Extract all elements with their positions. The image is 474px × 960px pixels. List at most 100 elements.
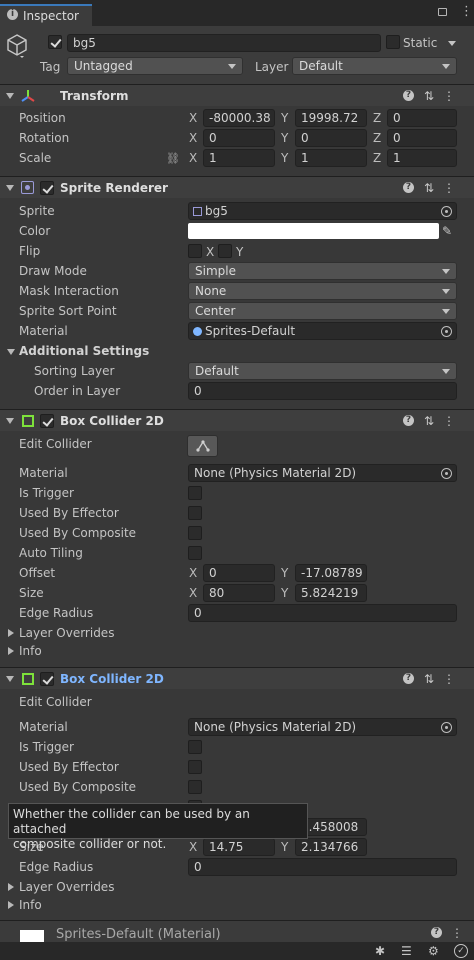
more-menu-icon[interactable]: ⋮ — [460, 5, 473, 18]
collider1-info-fold-arrow[interactable] — [8, 647, 14, 655]
collider2-material-field[interactable]: None (Physics Material 2D) — [188, 718, 457, 736]
tab-title: Inspector — [23, 9, 79, 23]
additional-settings-row[interactable]: Additional Settings — [0, 341, 474, 361]
component-menu-icon[interactable]: ⋮ — [442, 414, 456, 428]
collider1-composite-checkbox[interactable] — [188, 526, 202, 540]
rotation-z-input[interactable]: 0 — [387, 129, 457, 147]
check-icon[interactable]: ✓ — [454, 944, 468, 958]
static-checkbox[interactable] — [386, 35, 400, 49]
material-object-field[interactable]: Sprites-Default — [188, 322, 457, 340]
edit-collider-button[interactable] — [187, 435, 218, 457]
collider2-radius-label: Edge Radius — [19, 860, 94, 874]
rotation-x-input[interactable]: 0 — [203, 129, 275, 147]
rotation-y-input[interactable]: 0 — [295, 129, 367, 147]
inspector-tab[interactable]: i Inspector — [0, 4, 92, 26]
collider1-info-row[interactable]: Info — [0, 641, 474, 661]
position-z-input[interactable]: 0 — [387, 109, 457, 127]
collider2-size-y-input[interactable]: 2.134766 — [295, 838, 367, 856]
collider2-offset-y-value: 5.458008 — [301, 820, 359, 834]
layers-icon[interactable]: ☰ — [401, 944, 415, 958]
collider1-size-x-input[interactable]: 80 — [203, 584, 275, 602]
box-collider-2-enabled-checkbox[interactable] — [40, 672, 54, 686]
collider2-overrides-row[interactable]: Layer Overrides — [0, 877, 474, 897]
flip-y-checkbox[interactable] — [218, 244, 232, 258]
object-picker-icon[interactable] — [441, 468, 452, 479]
position-label: Position — [19, 111, 66, 125]
sort-point-dropdown[interactable]: Center — [188, 302, 457, 320]
sprite-renderer-enabled-checkbox[interactable] — [40, 181, 54, 195]
sprite-renderer-header[interactable]: Sprite Renderer ? ⇅ ⋮ — [0, 176, 474, 198]
help-icon[interactable]: ? — [430, 926, 444, 940]
flip-x-checkbox[interactable] — [188, 244, 202, 258]
collider1-effector-checkbox[interactable] — [188, 506, 202, 520]
position-x-input[interactable]: -80000.38 — [203, 109, 275, 127]
collider2-radius-input[interactable]: 0 — [188, 858, 457, 876]
order-in-layer-input[interactable]: 0 — [188, 382, 457, 400]
position-y-input[interactable]: 19998.72 — [295, 109, 367, 127]
box-collider-1-enabled-checkbox[interactable] — [40, 414, 54, 428]
component-menu-icon[interactable]: ⋮ — [442, 89, 456, 103]
collider2-info-fold-arrow[interactable] — [8, 901, 14, 909]
collider2-info-row[interactable]: Info — [0, 895, 474, 915]
scale-y-input[interactable]: 1 — [295, 149, 367, 167]
lock-icon[interactable] — [438, 8, 447, 16]
help-icon[interactable]: ? — [402, 181, 416, 195]
sprite-asset-icon — [193, 207, 202, 216]
collider1-offset-y-input[interactable]: -17.08789 — [295, 564, 367, 582]
settings-icon[interactable]: ⚙ — [428, 944, 442, 958]
help-icon[interactable]: ? — [402, 672, 416, 686]
material-footer[interactable]: Sprites-Default (Material) ? ⋮ — [0, 920, 474, 942]
draw-mode-dropdown[interactable]: Simple — [188, 262, 457, 280]
scale-x-input[interactable]: 1 — [203, 149, 275, 167]
material-label: Material — [19, 324, 68, 338]
layer-dropdown[interactable]: Default — [292, 57, 457, 75]
sprite-object-field[interactable]: bg5 — [188, 202, 457, 220]
collider2-effector-checkbox[interactable] — [188, 760, 202, 774]
presets-icon[interactable]: ⇅ — [422, 89, 436, 103]
collider1-overrides-fold-arrow[interactable] — [8, 629, 14, 637]
static-dropdown-arrow[interactable] — [448, 41, 456, 46]
collider2-trigger-checkbox[interactable] — [188, 740, 202, 754]
box-collider-2-fold-arrow[interactable] — [6, 676, 14, 682]
collider2-overrides-fold-arrow[interactable] — [8, 883, 14, 891]
box-collider-2-header[interactable]: Box Collider 2D ? ⇅ ⋮ — [0, 667, 474, 689]
additional-settings-fold-arrow[interactable] — [7, 349, 15, 355]
object-picker-icon[interactable] — [441, 206, 452, 217]
collider1-tiling-checkbox[interactable] — [188, 546, 202, 560]
scale-z-input[interactable]: 1 — [387, 149, 457, 167]
sorting-layer-dropdown[interactable]: Default — [188, 362, 457, 380]
object-picker-icon[interactable] — [441, 722, 452, 733]
collider1-overrides-row[interactable]: Layer Overrides — [0, 623, 474, 643]
box-collider-1-header[interactable]: Box Collider 2D ? ⇅ ⋮ — [0, 409, 474, 431]
component-menu-icon[interactable]: ⋮ — [450, 926, 464, 940]
help-icon[interactable]: ? — [402, 414, 416, 428]
collider1-radius-row: Edge Radius 0 — [0, 603, 474, 623]
collider2-material-row: Material None (Physics Material 2D) — [0, 717, 474, 737]
active-checkbox[interactable] — [48, 35, 62, 49]
box-collider-1-fold-arrow[interactable] — [6, 418, 14, 424]
transform-fold-arrow[interactable] — [6, 93, 14, 99]
component-menu-icon[interactable]: ⋮ — [442, 672, 456, 686]
presets-icon[interactable]: ⇅ — [422, 672, 436, 686]
object-picker-icon[interactable] — [441, 326, 452, 337]
transform-header[interactable]: Transform ? ⇅ ⋮ — [0, 84, 474, 106]
collider2-composite-checkbox[interactable] — [188, 780, 202, 794]
collider1-radius-input[interactable]: 0 — [188, 604, 457, 622]
presets-icon[interactable]: ⇅ — [422, 181, 436, 195]
constrain-link-icon[interactable]: ⛓ — [166, 152, 180, 165]
presets-icon[interactable]: ⇅ — [422, 414, 436, 428]
collider1-material-field[interactable]: None (Physics Material 2D) — [188, 464, 457, 482]
component-menu-icon[interactable]: ⋮ — [442, 181, 456, 195]
object-name-input[interactable]: bg5 — [67, 34, 381, 52]
collider1-trigger-checkbox[interactable] — [188, 486, 202, 500]
color-swatch[interactable] — [188, 223, 439, 239]
tag-dropdown[interactable]: Untagged — [67, 57, 243, 75]
sprite-renderer-fold-arrow[interactable] — [6, 185, 14, 191]
collider1-size-y-input[interactable]: 5.824219 — [295, 584, 367, 602]
help-icon[interactable]: ? — [402, 89, 416, 103]
debug-icon[interactable]: ✱ — [375, 944, 389, 958]
rotation-y-axis: Y — [281, 131, 289, 145]
collider1-offset-x-input[interactable]: 0 — [203, 564, 275, 582]
mask-dropdown[interactable]: None — [188, 282, 457, 300]
eyedropper-icon[interactable]: ✎ — [442, 224, 452, 238]
